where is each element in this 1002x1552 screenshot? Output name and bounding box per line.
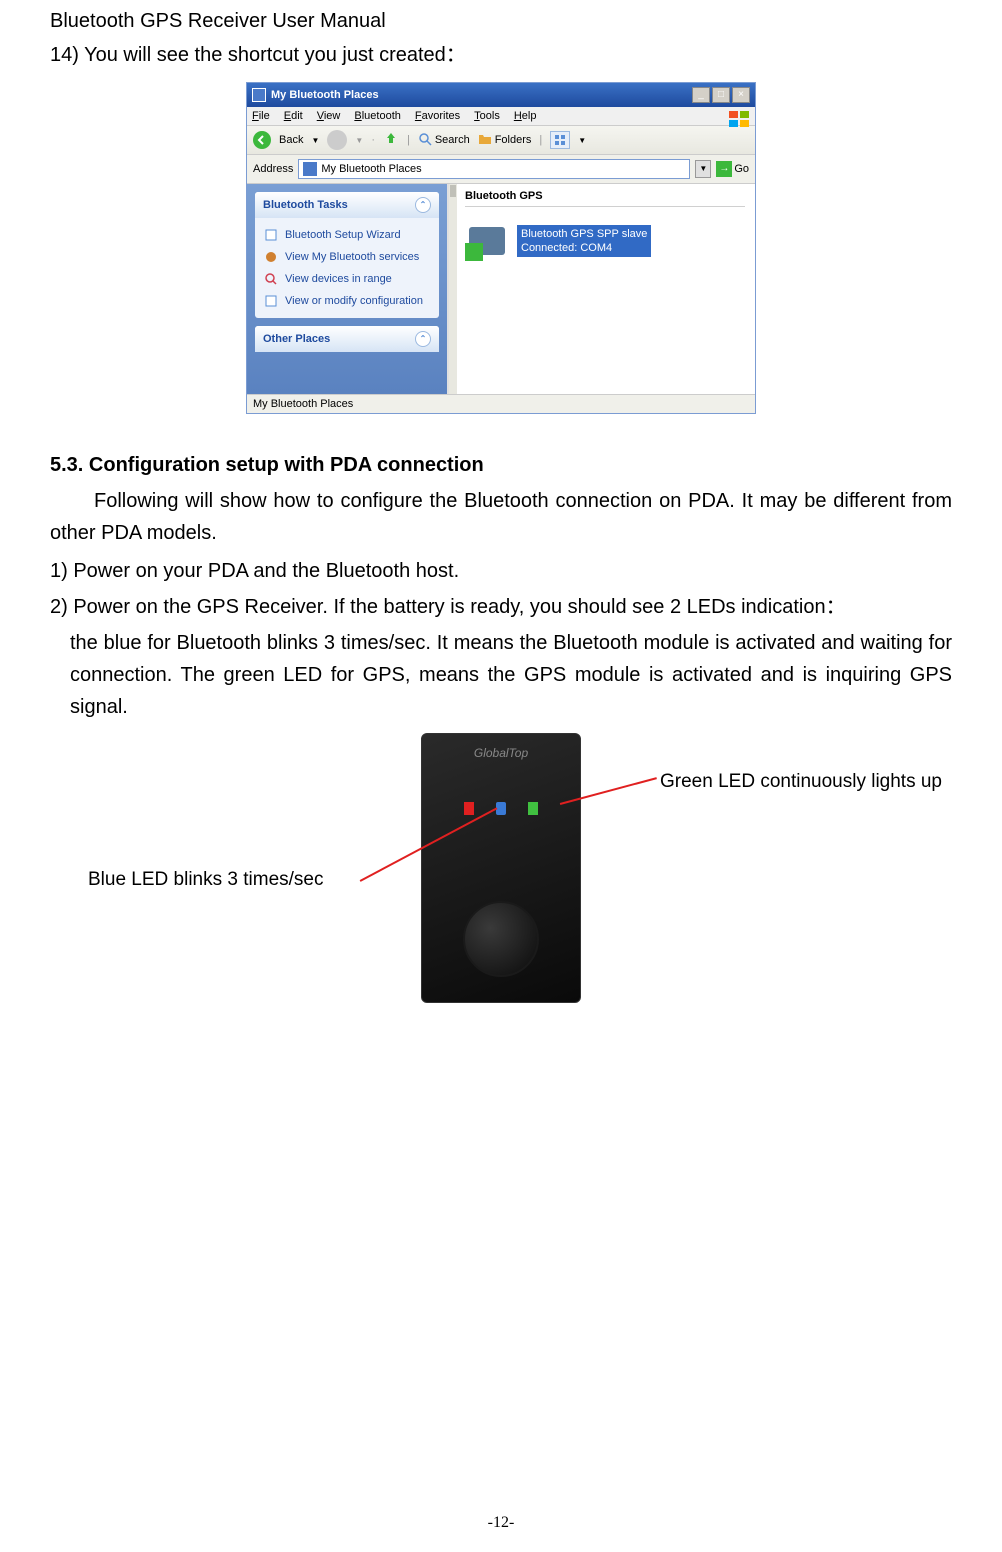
screenshot-container: My Bluetooth Places _ □ × File Edit View… [50, 82, 952, 414]
sidebar-item-view-devices[interactable]: View devices in range [263, 268, 431, 290]
content-area: Bluetooth GPS Bluetooth GPS SPP slave Co… [447, 184, 755, 394]
step-14-text: 14) You will see the shortcut you just c… [50, 38, 952, 67]
toolbar-separator: · [371, 134, 375, 146]
menu-help[interactable]: Help [514, 110, 537, 122]
callout-blue-led: Blue LED blinks 3 times/sec [88, 869, 324, 891]
up-folder-icon[interactable] [383, 131, 399, 150]
menu-tools[interactable]: Tools [474, 110, 500, 122]
back-dropdown-icon[interactable]: ▼ [311, 136, 319, 145]
maximize-button[interactable]: □ [712, 87, 730, 103]
device-shortcut[interactable]: Bluetooth GPS SPP slave Connected: COM4 [449, 217, 755, 265]
search-icon [418, 132, 432, 149]
menu-file[interactable]: File [252, 110, 270, 122]
go-button[interactable]: → Go [716, 161, 749, 177]
sidebar: Bluetooth Tasks ⌃ Bluetooth Setup Wizard… [247, 184, 447, 394]
address-bar: Address My Bluetooth Places ▼ → Go [247, 155, 755, 184]
search-button[interactable]: Search [418, 132, 470, 149]
bluetooth-places-icon [303, 162, 317, 176]
led-indicators [464, 802, 538, 815]
blue-led-icon [496, 802, 506, 815]
document-header: Bluetooth GPS Receiver User Manual [50, 10, 952, 33]
gps-device-image: GlobalTop [421, 733, 581, 1003]
address-value: My Bluetooth Places [321, 163, 421, 175]
collapse-icon[interactable]: ⌃ [415, 331, 431, 347]
panel-header[interactable]: Other Places ⌃ [255, 326, 439, 352]
back-button[interactable] [253, 131, 271, 149]
menu-bluetooth[interactable]: Bluetooth [354, 110, 401, 122]
sidebar-item-label: Bluetooth Setup Wizard [285, 229, 401, 241]
window-controls: _ □ × [692, 87, 750, 103]
window-title: My Bluetooth Places [271, 89, 379, 101]
callout-green-led: Green LED continuously lights up [660, 771, 942, 793]
sidebar-item-label: View or modify configuration [285, 295, 423, 307]
sidebar-item-label: View My Bluetooth services [285, 251, 419, 263]
address-label: Address [253, 163, 293, 175]
bluetooth-icon [252, 88, 266, 102]
go-arrow-icon: → [716, 161, 732, 177]
forward-dropdown-icon[interactable]: ▼ [355, 136, 363, 145]
sidebar-item-label: View devices in range [285, 273, 392, 285]
views-button[interactable] [550, 131, 570, 149]
green-led-icon [528, 802, 538, 815]
step-2-text: 2) Power on the GPS Receiver. If the bat… [50, 591, 952, 623]
windows-logo-icon [728, 110, 750, 128]
device-brand: GlobalTop [474, 746, 528, 760]
device-icon [465, 221, 509, 261]
panel-header[interactable]: Bluetooth Tasks ⌃ [255, 192, 439, 218]
page-number: -12- [488, 1514, 515, 1532]
menu-bar: File Edit View Bluetooth Favorites Tools… [247, 107, 755, 126]
panel-items: Bluetooth Setup Wizard View My Bluetooth… [255, 218, 439, 318]
toolbar: Back ▼ ▼ · | Search Folders | [247, 126, 755, 155]
wizard-icon [263, 227, 279, 243]
scrollbar[interactable] [449, 184, 457, 394]
address-dropdown-icon[interactable]: ▼ [695, 160, 711, 178]
search-devices-icon [263, 271, 279, 287]
collapse-icon[interactable]: ⌃ [415, 197, 431, 213]
device-figure: GlobalTop Green LED continuously lights … [50, 733, 952, 1033]
close-button[interactable]: × [732, 87, 750, 103]
config-icon [263, 293, 279, 309]
panel-title: Other Places [263, 333, 330, 345]
window-titlebar: My Bluetooth Places _ □ × [247, 83, 755, 107]
window-body: Bluetooth Tasks ⌃ Bluetooth Setup Wizard… [247, 184, 755, 394]
go-label: Go [734, 163, 749, 175]
toolbar-separator: | [407, 134, 410, 146]
device-name: Bluetooth GPS SPP slave [521, 227, 647, 241]
search-label: Search [435, 134, 470, 146]
toolbar-separator: | [539, 134, 542, 146]
folders-button[interactable]: Folders [478, 132, 532, 149]
bluetooth-tasks-panel: Bluetooth Tasks ⌃ Bluetooth Setup Wizard… [255, 192, 439, 318]
views-dropdown-icon[interactable]: ▼ [578, 136, 586, 145]
sidebar-item-view-config[interactable]: View or modify configuration [263, 290, 431, 312]
back-label: Back [279, 134, 303, 146]
device-label: Bluetooth GPS SPP slave Connected: COM4 [517, 225, 651, 258]
folders-icon [478, 132, 492, 149]
forward-button[interactable] [327, 130, 347, 150]
panel-title: Bluetooth Tasks [263, 199, 348, 211]
sidebar-item-setup-wizard[interactable]: Bluetooth Setup Wizard [263, 224, 431, 246]
content-divider [465, 206, 745, 207]
menu-edit[interactable]: Edit [284, 110, 303, 122]
menu-view[interactable]: View [317, 110, 341, 122]
step-1-text: 1) Power on your PDA and the Bluetooth h… [50, 555, 952, 587]
power-button [463, 901, 539, 977]
address-input[interactable]: My Bluetooth Places [298, 159, 690, 179]
content-heading: Bluetooth GPS [449, 184, 755, 206]
status-bar: My Bluetooth Places [247, 394, 755, 413]
menu-favorites[interactable]: Favorites [415, 110, 460, 122]
section-heading: 5.3. Configuration setup with PDA connec… [50, 454, 952, 477]
section-intro: Following will show how to configure the… [50, 485, 952, 549]
step-2-body: the blue for Bluetooth blinks 3 times/se… [50, 627, 952, 723]
device-status: Connected: COM4 [521, 241, 647, 255]
minimize-button[interactable]: _ [692, 87, 710, 103]
red-led-icon [464, 802, 474, 815]
services-icon [263, 249, 279, 265]
other-places-panel: Other Places ⌃ [255, 326, 439, 352]
explorer-window: My Bluetooth Places _ □ × File Edit View… [246, 82, 756, 414]
sidebar-item-view-services[interactable]: View My Bluetooth services [263, 246, 431, 268]
folders-label: Folders [495, 134, 532, 146]
